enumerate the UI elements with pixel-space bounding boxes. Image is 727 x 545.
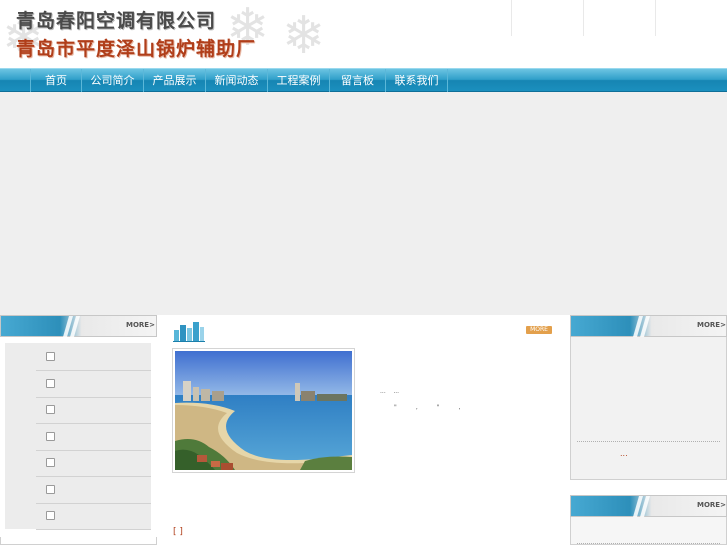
header-link-slot[interactable] [655, 0, 727, 36]
checkbox-icon [46, 405, 55, 414]
right-box1-header: MORE> [570, 315, 727, 337]
nav-item-guestbook[interactable]: 留言板 [330, 69, 386, 92]
list-item[interactable] [36, 345, 151, 371]
stripe-decoration-icon [63, 316, 80, 337]
main-nav: 首页 公司简介 产品展示 新闻动态 工程案例 留言板 联系我们 [0, 68, 727, 92]
header-link-slot[interactable] [511, 0, 583, 36]
snowflake-decoration-icon: ❄ [282, 6, 326, 66]
left-box-footer [0, 537, 157, 545]
checkbox-icon [46, 458, 55, 467]
list-item[interactable] [36, 425, 151, 451]
center-more-button[interactable]: MORE [526, 326, 552, 334]
company-photo [172, 348, 355, 473]
news-box: ... [570, 337, 727, 480]
list-item[interactable] [36, 372, 151, 398]
about-text-line: " , " , [394, 404, 461, 411]
buildings-icon [173, 322, 205, 342]
nav-item-news[interactable]: 新闻动态 [206, 69, 268, 92]
right-box2-more-button[interactable]: MORE> [697, 501, 726, 509]
contact-box [570, 517, 727, 545]
banner-area [0, 92, 727, 315]
left-sidebar: MORE> [0, 315, 157, 545]
stripe-decoration-icon [633, 496, 650, 517]
nav-item-about[interactable]: 公司简介 [82, 69, 144, 92]
company-name-secondary: 青岛市平度泽山锅炉辅助厂 [16, 38, 257, 60]
nav-item-home[interactable]: 首页 [30, 69, 82, 92]
company-name-primary: 青岛春阳空调有限公司 [16, 10, 217, 32]
list-item[interactable] [36, 451, 151, 477]
checkbox-icon [46, 352, 55, 361]
right-sidebar: MORE> ... MORE> [570, 315, 727, 545]
news-item-link[interactable]: ... [620, 449, 628, 458]
about-text-line: ... ... [380, 388, 400, 395]
header: ❄ ❄ ❄ 青岛春阳空调有限公司 青岛市平度泽山锅炉辅助厂 [0, 0, 727, 68]
stripe-decoration-icon [633, 316, 650, 337]
read-more-link[interactable]: [ ] [173, 527, 183, 537]
checkbox-icon [46, 379, 55, 388]
header-link-slot[interactable] [583, 0, 655, 36]
company-intro-section: MORE ... ... " , " , [] [166, 315, 561, 545]
left-more-button[interactable]: MORE> [126, 321, 155, 329]
checkbox-icon [46, 432, 55, 441]
list-item[interactable] [36, 478, 151, 504]
checkbox-icon [46, 511, 55, 520]
nav-item-products[interactable]: 产品展示 [144, 69, 206, 92]
beach-city-photo [175, 351, 352, 470]
right-box1-more-button[interactable]: MORE> [697, 321, 726, 329]
divider [577, 441, 720, 442]
list-item[interactable] [36, 398, 151, 424]
checkbox-icon [46, 485, 55, 494]
product-category-list [5, 343, 151, 530]
right-box2-header: MORE> [570, 495, 727, 517]
nav-item-cases[interactable]: 工程案例 [268, 69, 330, 92]
nav-item-contact[interactable]: 联系我们 [386, 69, 448, 92]
list-item[interactable] [36, 504, 151, 530]
divider [577, 543, 720, 544]
left-box-header: MORE> [0, 315, 157, 337]
